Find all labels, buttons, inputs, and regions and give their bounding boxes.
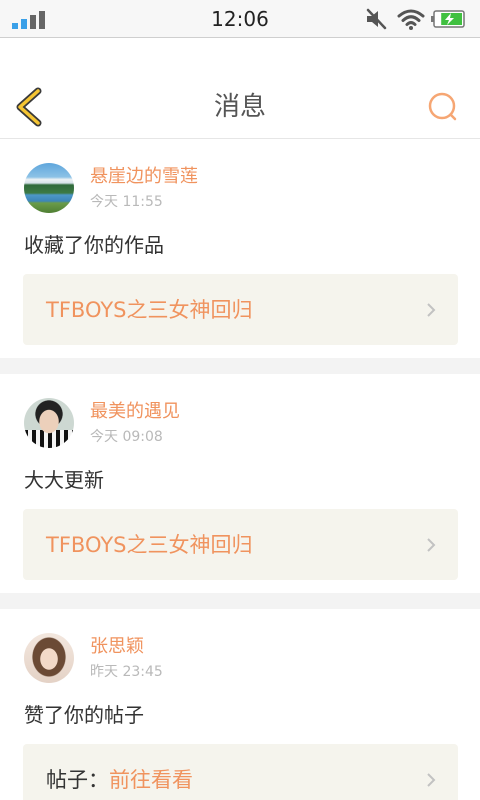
target-link-box[interactable]: TFBOYS之三女神回归 xyxy=(23,274,458,345)
wifi-icon xyxy=(397,9,425,30)
app-header: 消息 xyxy=(0,75,480,139)
user-name[interactable]: 悬崖边的雪莲 xyxy=(90,166,198,188)
message-card: 张思颖 昨天 23:45 赞了你的帖子 帖子：前往看看 xyxy=(0,609,480,800)
avatar[interactable] xyxy=(24,398,74,448)
avatar[interactable] xyxy=(24,633,74,683)
target-link-text[interactable]: TFBOYS之三女神回归 xyxy=(46,296,252,324)
chevron-right-icon xyxy=(427,773,436,787)
battery-icon xyxy=(431,10,465,28)
target-label[interactable]: TFBOYS之三女神回归 xyxy=(46,533,252,557)
message-card: 悬崖边的雪莲 今天 11:55 收藏了你的作品 TFBOYS之三女神回归 xyxy=(0,139,480,358)
target-link-text[interactable]: 帖子：前往看看 xyxy=(46,766,193,794)
message-time: 昨天 23:45 xyxy=(90,664,163,680)
card-separator xyxy=(0,593,480,609)
mute-icon xyxy=(366,8,387,30)
message-list[interactable]: 悬崖边的雪莲 今天 11:55 收藏了你的作品 TFBOYS之三女神回归 最美的… xyxy=(0,139,480,800)
target-label[interactable]: 前往看看 xyxy=(109,768,193,792)
message-time: 今天 11:55 xyxy=(90,194,163,210)
target-prefix: 帖子： xyxy=(46,768,109,792)
target-link-text[interactable]: TFBOYS之三女神回归 xyxy=(46,531,252,559)
card-separator xyxy=(0,358,480,374)
target-link-box[interactable]: 帖子：前往看看 xyxy=(23,744,458,800)
target-label[interactable]: TFBOYS之三女神回归 xyxy=(46,298,252,322)
action-text: 大大更新 xyxy=(24,468,104,492)
user-name[interactable]: 最美的遇见 xyxy=(90,401,180,423)
action-text: 收藏了你的作品 xyxy=(24,233,164,257)
user-name[interactable]: 张思颖 xyxy=(90,636,144,658)
status-bar: 12:06 xyxy=(0,0,480,38)
message-time: 今天 09:08 xyxy=(90,429,163,445)
message-card: 最美的遇见 今天 09:08 大大更新 TFBOYS之三女神回归 xyxy=(0,374,480,593)
messages-screen: 12:06 消息 悬崖边的雪莲 今天 11:55 收藏了你的作品 TFBOYS之… xyxy=(0,0,480,800)
search-icon[interactable] xyxy=(426,91,460,123)
target-link-box[interactable]: TFBOYS之三女神回归 xyxy=(23,509,458,580)
chevron-right-icon xyxy=(427,303,436,317)
chevron-right-icon xyxy=(427,538,436,552)
avatar[interactable] xyxy=(24,163,74,213)
action-text: 赞了你的帖子 xyxy=(24,703,144,727)
page-title: 消息 xyxy=(213,92,266,122)
